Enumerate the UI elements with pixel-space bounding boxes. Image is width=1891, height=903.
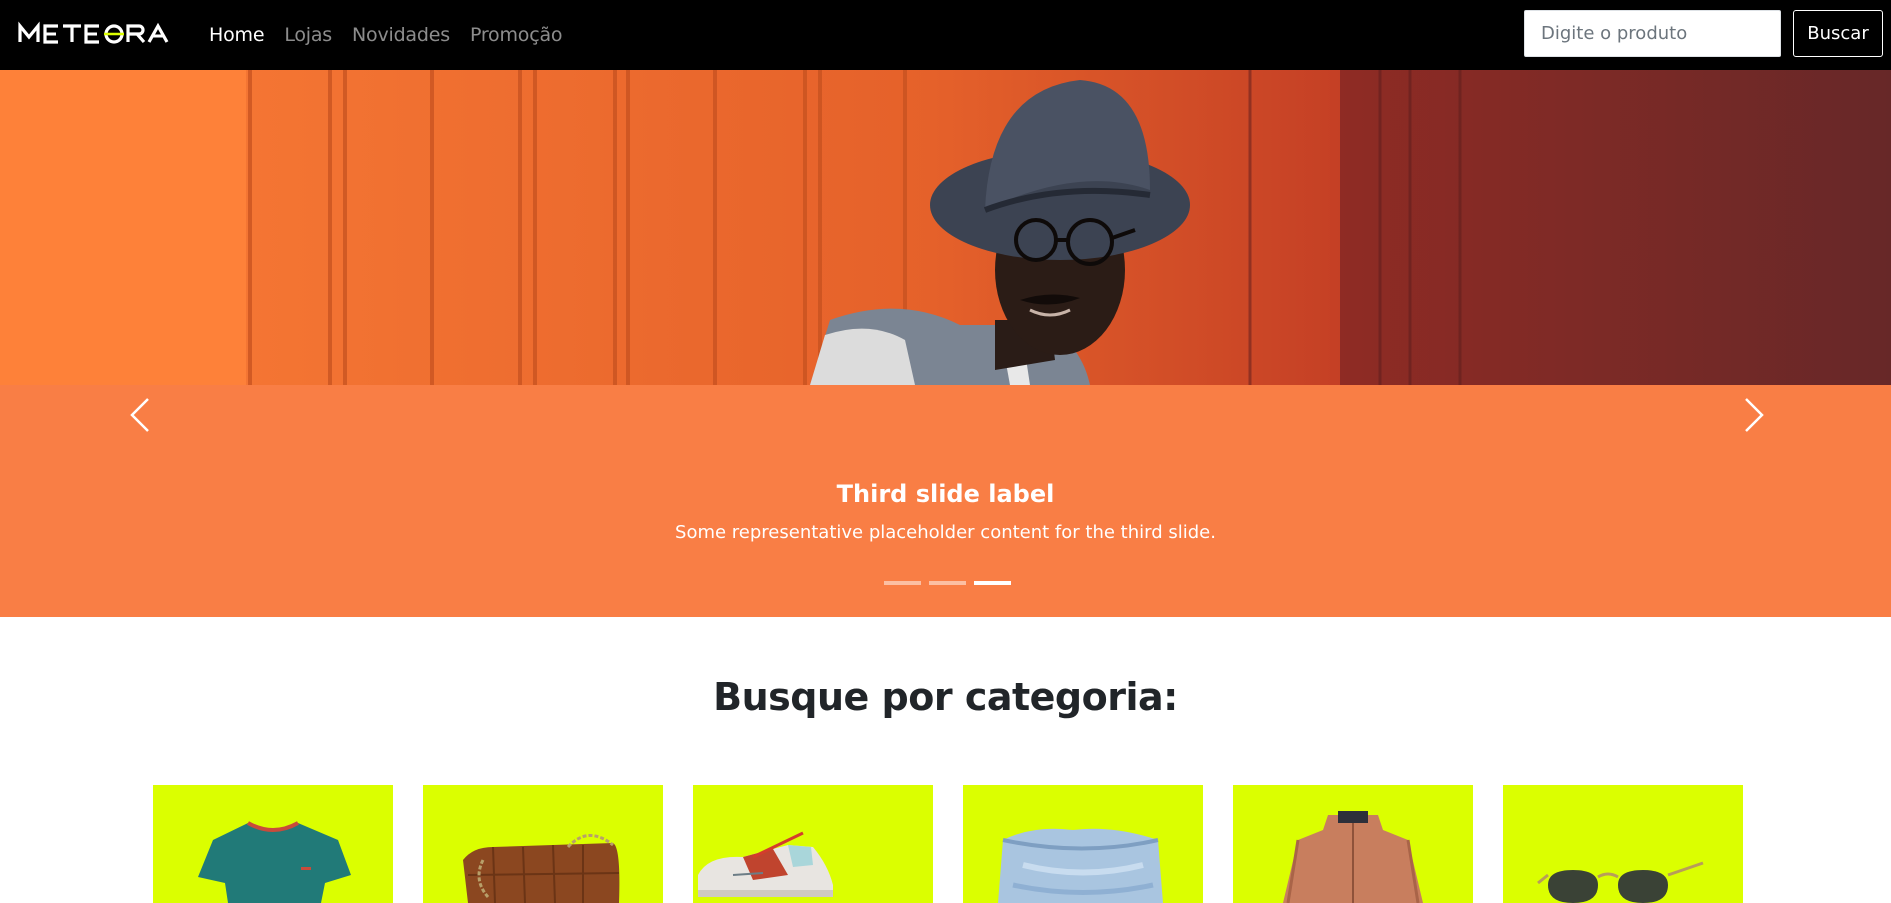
categories-title: Busque por categoria: [713,675,1178,719]
hero-carousel: Third slide label Some representative pl… [0,70,1891,617]
search-button[interactable]: Buscar [1793,10,1883,57]
navbar: Home Lojas Novidades Promoção Buscar [0,0,1891,70]
carousel-indicator-2[interactable] [929,581,966,585]
nav-links: Home Lojas Novidades Promoção [209,0,582,70]
nav-link-promocao[interactable]: Promoção [470,24,563,46]
slide-image [0,70,1891,385]
nav-link-lojas[interactable]: Lojas [284,24,332,46]
nav-link-home[interactable]: Home [209,24,265,46]
brand-logo[interactable] [18,20,174,48]
category-card-sneaker[interactable] [693,785,933,903]
category-card-tshirt[interactable] [153,785,393,903]
search-input[interactable] [1524,10,1781,57]
jeans-icon [998,828,1163,903]
jacket-icon [1283,811,1423,903]
handbag-icon [463,834,620,903]
nav-link-novidades[interactable]: Novidades [352,24,450,46]
category-card-sunglasses[interactable] [1503,785,1743,903]
carousel-indicator-3[interactable] [974,581,1011,585]
caption-title: Third slide label [836,480,1055,508]
caption-text: Some representative placeholder content … [675,522,1216,543]
sunglasses-icon [1537,861,1704,903]
category-card-jacket[interactable] [1233,785,1473,903]
category-card-handbag[interactable] [423,785,663,903]
category-card-jeans[interactable] [963,785,1203,903]
carousel-indicator-1[interactable] [884,581,921,585]
tshirt-icon [198,821,351,903]
meteora-logo-icon [18,21,169,44]
carousel-indicators [884,581,1019,585]
sneaker-icon [698,831,833,897]
category-grid [153,785,1743,903]
